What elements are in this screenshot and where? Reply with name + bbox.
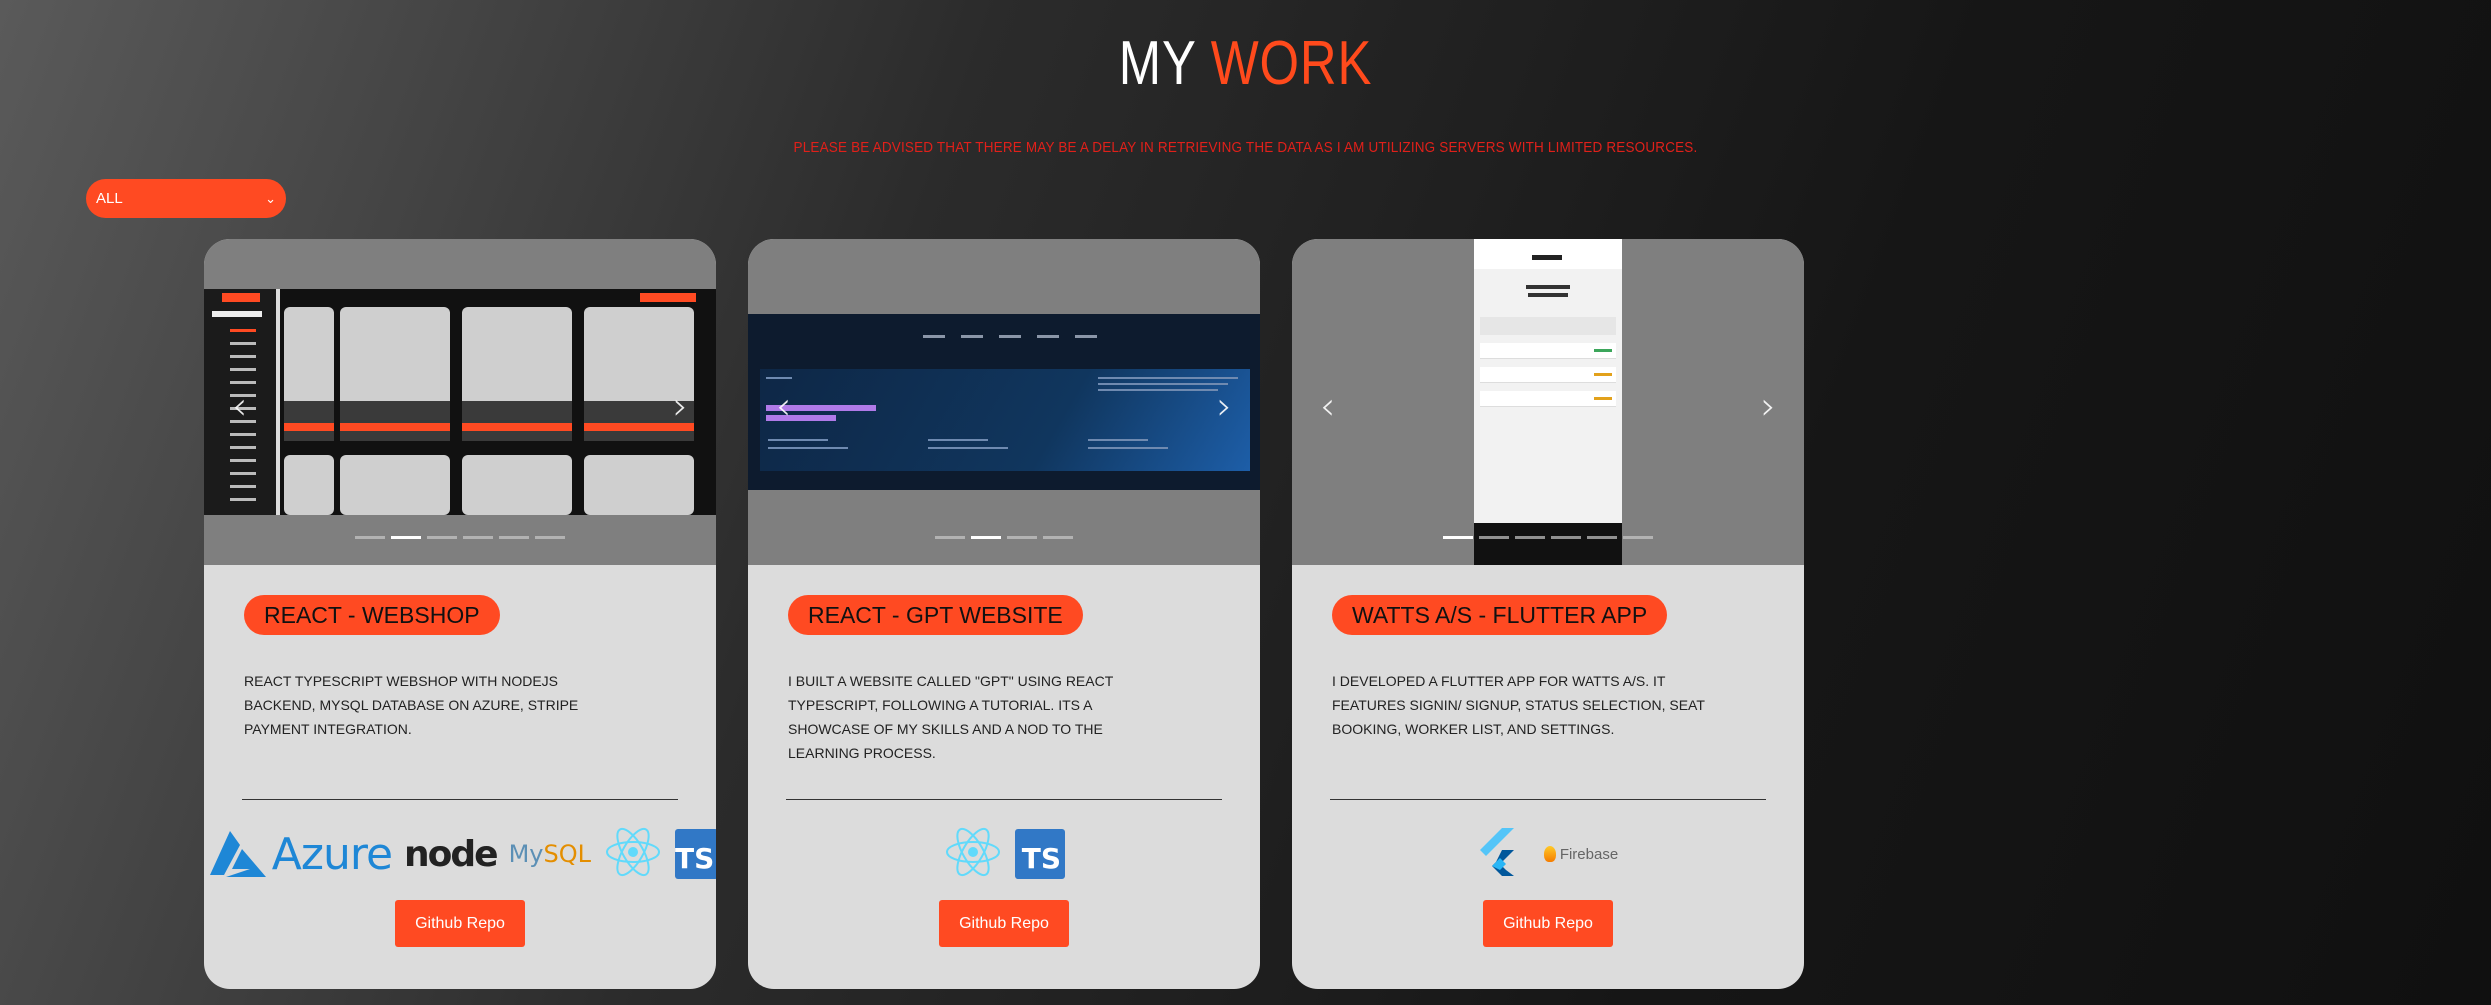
filter-value: ALL xyxy=(96,190,123,207)
title-my: MY xyxy=(1118,29,1196,98)
carousel-next-icon[interactable]: › xyxy=(673,384,688,428)
project-description: I BUILT A WEBSITE CALLED "GPT" USING REA… xyxy=(788,673,1114,761)
category-filter-select[interactable]: ALL ⌄ xyxy=(86,179,286,218)
close-menu-button xyxy=(222,293,260,302)
carousel-indicators xyxy=(204,536,716,539)
carousel-indicator[interactable] xyxy=(391,536,421,539)
tech-stack: Azure node MySQL TS xyxy=(204,824,716,884)
categories-heading xyxy=(212,311,262,317)
mysql-logo: MySQL xyxy=(508,840,591,868)
divider xyxy=(1330,799,1766,800)
carousel-indicators xyxy=(748,536,1260,539)
carousel-indicator[interactable] xyxy=(935,536,965,539)
divider xyxy=(786,799,1222,800)
project-carousel[interactable]: ‹ › xyxy=(748,239,1260,565)
carousel-indicators xyxy=(1292,536,1804,539)
project-card-gpt: ‹ › REACT - GPT WEBSITE I BUILT A WEBSIT… xyxy=(748,239,1260,989)
tech-stack: TS xyxy=(748,824,1260,884)
project-carousel[interactable]: ‹ › xyxy=(204,239,716,565)
project-description: REACT TYPESCRIPT WEBSHOP WITH NODEJS BAC… xyxy=(244,673,579,737)
github-repo-button[interactable]: Github Repo xyxy=(395,900,525,947)
price-sort-button xyxy=(640,293,696,302)
project-card-watts: ‹ › WATTS A/S - FLUTTER APP I DEVELOPED … xyxy=(1292,239,1804,989)
typescript-logo: TS xyxy=(1015,829,1065,879)
project-carousel[interactable]: ‹ › xyxy=(1292,239,1804,565)
nodejs-logo: node xyxy=(404,833,499,875)
tech-stack: Firebase xyxy=(1292,824,1804,884)
carousel-indicator[interactable] xyxy=(1043,536,1073,539)
react-icon xyxy=(943,824,1003,885)
carousel-indicator[interactable] xyxy=(463,536,493,539)
typescript-logo: TS xyxy=(675,829,716,879)
carousel-indicator[interactable] xyxy=(427,536,457,539)
carousel-indicator[interactable] xyxy=(355,536,385,539)
azure-logo: Azure xyxy=(204,829,393,880)
webshop-preview-image xyxy=(204,289,716,515)
carousel-indicator[interactable] xyxy=(535,536,565,539)
divider xyxy=(242,799,678,800)
title-work: WORK xyxy=(1210,29,1373,98)
project-card-webshop: ‹ › REACT - WEBSHOP REACT TYPESCRIPT WEB… xyxy=(204,239,716,989)
project-title-badge: REACT - WEBSHOP xyxy=(244,595,500,635)
github-repo-button[interactable]: Github Repo xyxy=(1483,900,1613,947)
carousel-indicator[interactable] xyxy=(1551,536,1581,539)
gpt-preview-image xyxy=(748,314,1260,490)
flutter-app-preview-image xyxy=(1474,239,1622,565)
server-delay-notice: PLEASE BE ADVISED THAT THERE MAY BE A DE… xyxy=(793,139,1698,156)
carousel-prev-icon[interactable]: ‹ xyxy=(776,384,791,428)
carousel-indicator[interactable] xyxy=(1587,536,1617,539)
carousel-next-icon[interactable]: › xyxy=(1761,384,1776,428)
project-description: I DEVELOPED A FLUTTER APP FOR WATTS A/S.… xyxy=(1332,673,1705,737)
flutter-icon xyxy=(1478,827,1518,881)
project-title-badge: WATTS A/S - FLUTTER APP xyxy=(1332,595,1668,635)
firebase-logo: Firebase xyxy=(1543,846,1618,863)
react-icon xyxy=(603,824,663,885)
carousel-prev-icon[interactable]: ‹ xyxy=(232,384,247,428)
carousel-indicator[interactable] xyxy=(1515,536,1545,539)
chevron-down-icon: ⌄ xyxy=(265,190,276,206)
carousel-indicator[interactable] xyxy=(499,536,529,539)
firebase-icon xyxy=(1543,846,1556,862)
carousel-indicator[interactable] xyxy=(1443,536,1473,539)
carousel-next-icon[interactable]: › xyxy=(1217,384,1232,428)
carousel-indicator[interactable] xyxy=(1479,536,1509,539)
carousel-indicator[interactable] xyxy=(971,536,1001,539)
project-title-badge: REACT - GPT WEBSITE xyxy=(788,595,1083,635)
carousel-indicator[interactable] xyxy=(1623,536,1653,539)
carousel-prev-icon[interactable]: ‹ xyxy=(1320,384,1335,428)
page-title: MY WORK xyxy=(224,28,2267,99)
carousel-indicator[interactable] xyxy=(1007,536,1037,539)
github-repo-button[interactable]: Github Repo xyxy=(939,900,1069,947)
